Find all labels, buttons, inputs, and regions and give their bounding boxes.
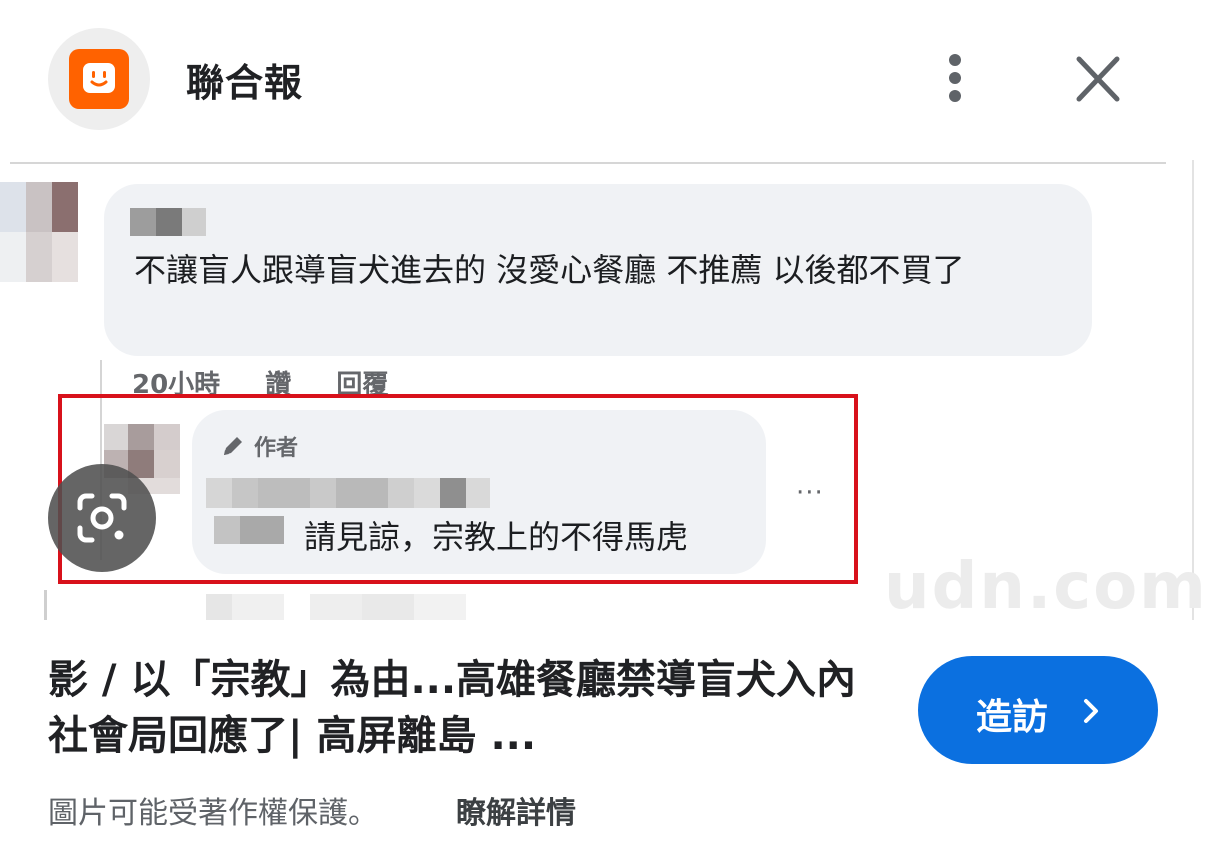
- close-icon[interactable]: [1068, 52, 1128, 106]
- visit-button[interactable]: 造訪: [918, 656, 1158, 764]
- copyright-notice: 圖片可能受著作權保護。: [48, 796, 378, 831]
- divider: [44, 590, 47, 620]
- image-preview[interactable]: 不讓盲人跟導盲犬進去的 沒愛心餐廳 不推薦 以後都不買了 20小時 讚 回覆 作…: [0, 160, 1206, 620]
- lens-icon[interactable]: [48, 464, 156, 572]
- author-reply-text: 請見諒，宗教上的不得馬虎: [304, 518, 689, 556]
- chevron-right-icon: [1084, 699, 1098, 723]
- watermark: udn.com: [884, 550, 1206, 620]
- divider: [10, 162, 1166, 164]
- author-reply-bubble: 作者 請見諒，宗教上的不得馬虎: [192, 410, 766, 574]
- pencil-icon: [224, 437, 242, 455]
- learn-more-link[interactable]: 瞭解詳情: [456, 788, 576, 832]
- header: 聯合報: [0, 0, 1206, 160]
- site-name: 聯合報: [186, 61, 304, 105]
- article-title[interactable]: 影 / 以「宗教」為由...高雄餐廳禁導盲犬入內社會局回應了| 高屏離島 ...: [48, 652, 878, 764]
- more-horiz-icon: ···: [796, 478, 824, 508]
- udn-logo-icon: [69, 49, 129, 109]
- visit-button-label: 造訪: [976, 697, 1049, 738]
- site-logo[interactable]: [48, 28, 150, 130]
- author-badge: 作者: [220, 430, 298, 462]
- more-vert-icon[interactable]: [930, 48, 980, 108]
- author-badge-label: 作者: [254, 436, 299, 461]
- comment-text: 不讓盲人跟導盲犬進去的 沒愛心餐廳 不推薦 以後都不買了: [134, 251, 965, 289]
- comment-bubble: 不讓盲人跟導盲犬進去的 沒愛心餐廳 不推薦 以後都不買了: [104, 184, 1092, 356]
